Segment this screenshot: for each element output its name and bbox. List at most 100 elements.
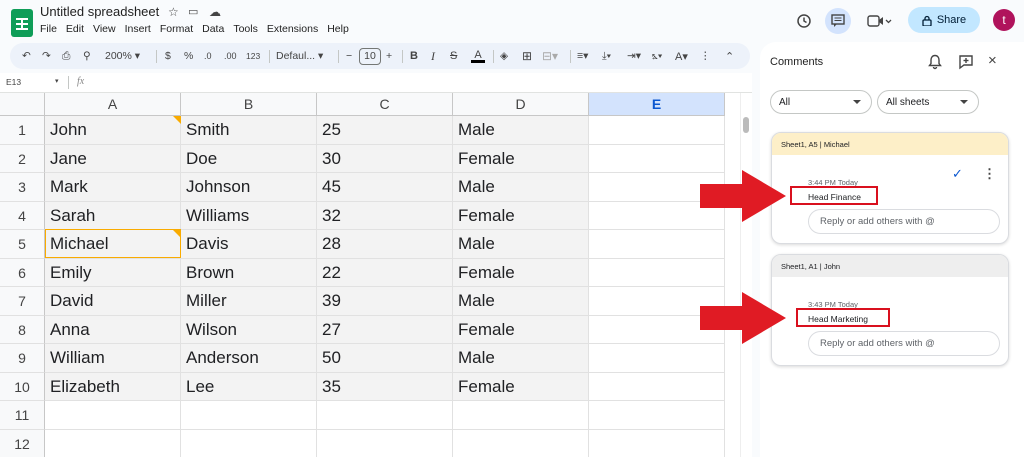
cell-b8[interactable]: Wilson <box>181 316 317 344</box>
cell-c3[interactable]: 45 <box>317 173 453 202</box>
more-options-icon[interactable]: ⋮ <box>700 43 711 69</box>
add-comment-icon[interactable] <box>958 54 974 75</box>
text-rotation-icon[interactable]: ⦩▾ <box>652 43 662 69</box>
bold-button[interactable]: B <box>410 43 418 69</box>
comment-indicator-a5[interactable] <box>173 230 181 238</box>
vertical-align-icon[interactable]: ⤓▾ <box>602 43 611 69</box>
menu-view[interactable]: View <box>93 23 116 35</box>
comment-indicator-a1[interactable] <box>173 116 181 124</box>
fill-color-icon[interactable]: ◈ <box>500 43 508 69</box>
cell-c12[interactable] <box>317 430 453 457</box>
menu-extensions[interactable]: Extensions <box>267 23 318 35</box>
italic-button[interactable]: I <box>431 43 435 69</box>
sheets-logo-icon[interactable] <box>11 9 33 37</box>
cell-a2[interactable]: Jane <box>45 145 181 173</box>
cell-d9[interactable]: Male <box>453 344 589 373</box>
cell-d8[interactable]: Female <box>453 316 589 344</box>
cell-c6[interactable]: 22 <box>317 259 453 287</box>
cell-a6[interactable]: Emily <box>45 259 181 287</box>
menu-tools[interactable]: Tools <box>233 23 258 35</box>
cell-c11[interactable] <box>317 401 453 430</box>
cell-c8[interactable]: 27 <box>317 316 453 344</box>
font-size-input[interactable]: 10 <box>359 43 381 69</box>
column-header-e[interactable]: E <box>589 93 725 116</box>
column-header-b[interactable]: B <box>181 93 317 116</box>
row-header-9[interactable]: 9 <box>0 344 45 373</box>
comment-card[interactable]: Sheet1, A5 | Michael 3:44 PM Today Head … <box>771 132 1009 244</box>
cell-d10[interactable]: Female <box>453 373 589 401</box>
menu-edit[interactable]: Edit <box>66 23 84 35</box>
cell-e10[interactable] <box>589 373 725 401</box>
cell-a12[interactable] <box>45 430 181 457</box>
row-header-10[interactable]: 10 <box>0 373 45 401</box>
cell-a7[interactable]: David <box>45 287 181 316</box>
select-all-corner[interactable] <box>0 93 45 116</box>
row-header-11[interactable]: 11 <box>0 401 45 430</box>
cell-b3[interactable]: Johnson <box>181 173 317 202</box>
percent-format-button[interactable]: % <box>184 43 193 69</box>
version-history-icon[interactable] <box>792 9 816 33</box>
user-avatar[interactable]: t <box>993 9 1015 31</box>
column-header-c[interactable]: C <box>317 93 453 116</box>
move-folder-icon[interactable]: ▭ <box>188 5 198 18</box>
cell-c10[interactable]: 35 <box>317 373 453 401</box>
row-header-5[interactable]: 5 <box>0 230 45 259</box>
cell-d6[interactable]: Female <box>453 259 589 287</box>
cell-c2[interactable]: 30 <box>317 145 453 173</box>
menu-data[interactable]: Data <box>202 23 224 35</box>
number-format-button[interactable]: 123 <box>246 43 260 69</box>
cell-a3[interactable]: Mark <box>45 173 181 202</box>
reply-input[interactable]: Reply or add others with @ <box>808 331 1000 356</box>
merge-cells-icon[interactable]: ⊟▾ <box>542 43 558 69</box>
comments-toggle-icon[interactable] <box>825 8 851 34</box>
cell-b6[interactable]: Brown <box>181 259 317 287</box>
share-button[interactable]: Share <box>908 7 980 33</box>
strikethrough-button[interactable]: S <box>450 43 457 69</box>
font-family-select[interactable]: Defaul... ▾ <box>276 43 323 69</box>
zoom-select[interactable]: 200% ▾ <box>105 43 140 69</box>
document-title[interactable]: Untitled spreadsheet <box>40 4 159 19</box>
cell-e5[interactable] <box>589 230 725 259</box>
name-box[interactable]: E13 <box>6 77 21 87</box>
vertical-scrollbar[interactable] <box>740 93 752 457</box>
font-size-increase-button[interactable]: + <box>386 43 392 69</box>
print-icon[interactable]: ⎙ <box>62 43 70 69</box>
menu-insert[interactable]: Insert <box>125 23 151 35</box>
cell-e9[interactable] <box>589 344 725 373</box>
cell-a9[interactable]: William <box>45 344 181 373</box>
increase-decimal-button[interactable]: .00 <box>224 43 237 69</box>
cell-b4[interactable]: Williams <box>181 202 317 230</box>
cell-e12[interactable] <box>589 430 725 457</box>
menu-format[interactable]: Format <box>160 23 193 35</box>
text-wrap-icon[interactable]: ⇥▾ <box>627 43 641 69</box>
sheet-filter-dropdown[interactable]: All sheets <box>877 90 979 114</box>
borders-icon[interactable]: ⊞ <box>522 43 532 69</box>
menu-file[interactable]: File <box>40 23 57 35</box>
meet-video-icon[interactable] <box>864 9 896 33</box>
cell-b2[interactable]: Doe <box>181 145 317 173</box>
menu-help[interactable]: Help <box>327 23 349 35</box>
horizontal-align-icon[interactable]: ≡▾ <box>577 43 588 69</box>
close-panel-icon[interactable]: × <box>988 53 997 68</box>
paint-format-icon[interactable]: ⚲ <box>83 43 91 69</box>
cell-c1[interactable]: 25 <box>317 116 453 145</box>
cell-a4[interactable]: Sarah <box>45 202 181 230</box>
cell-d12[interactable] <box>453 430 589 457</box>
name-box-dropdown-icon[interactable]: ▾ <box>55 77 59 85</box>
cell-a10[interactable]: Elizabeth <box>45 373 181 401</box>
cell-c9[interactable]: 50 <box>317 344 453 373</box>
cell-a11[interactable] <box>45 401 181 430</box>
cell-e6[interactable] <box>589 259 725 287</box>
cell-d4[interactable]: Female <box>453 202 589 230</box>
cell-a8[interactable]: Anna <box>45 316 181 344</box>
row-header-7[interactable]: 7 <box>0 287 45 316</box>
cell-b10[interactable]: Lee <box>181 373 317 401</box>
cell-b12[interactable] <box>181 430 317 457</box>
cell-e11[interactable] <box>589 401 725 430</box>
comment-card[interactable]: Sheet1, A1 | John 3:43 PM Today Head Mar… <box>771 254 1009 366</box>
undo-icon[interactable]: ↶ <box>22 43 31 69</box>
column-header-a[interactable]: A <box>45 93 181 116</box>
cell-d3[interactable]: Male <box>453 173 589 202</box>
redo-icon[interactable]: ↷ <box>42 43 51 69</box>
font-size-decrease-button[interactable]: − <box>346 43 352 69</box>
